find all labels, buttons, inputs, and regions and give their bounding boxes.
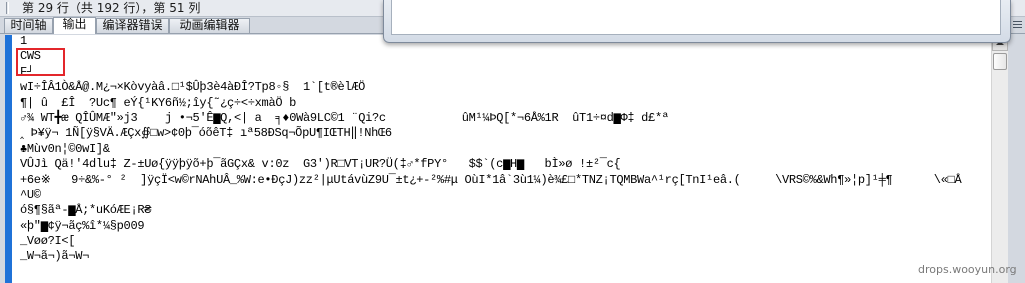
tab-compiler-errors[interactable]: 编译器错误: [96, 18, 169, 33]
output-line: ó§¶§ãª-▆Å;*uKóÆE¡R₴: [20, 203, 152, 218]
output-line: _W¬ã¬)ã¬W¬: [20, 249, 90, 264]
output-text-area[interactable]: 1 CWS F┘ wI÷ÎÂ1Ò&Å@.M¿¬×Kòvyàâ.□¹$Ûþ3è4à…: [12, 35, 991, 283]
highlight-box: [16, 48, 65, 76]
output-panel: 1 CWS F┘ wI÷ÎÂ1Ò&Å@.M¿¬×Kòvyàâ.□¹$Ûþ3è4à…: [0, 33, 1025, 283]
tab-timeline[interactable]: 时间轴: [4, 18, 53, 33]
output-line: «þ"▆¢ÿ¬ãç%î*¼§p009: [20, 218, 145, 233]
cursor-position-text: 第 29 行（共 192 行），第 51 列: [22, 1, 201, 15]
floating-window: [383, 0, 1011, 43]
output-line: ^U©: [20, 187, 41, 202]
panel-menu-icon[interactable]: [1013, 21, 1022, 30]
tab-output[interactable]: 输出: [53, 17, 96, 34]
output-line: +6e※ 9÷&%-° ² ]ÿçÏ<w©rNAhUÂ_%W:e•ÐçJ)zz²…: [20, 172, 962, 187]
output-line: ♣Mùv0n¦©0wI]&: [20, 141, 110, 156]
output-line: ♂¾ WT╋æ QÎÛMÆ"»j3 j •¬5'Ê▆Q,<| a ╕♦0Wà9L…: [20, 110, 669, 125]
panel-right-frame: [1008, 35, 1025, 283]
selection-margin-bar: [5, 35, 12, 283]
output-line: CWS: [20, 49, 41, 64]
output-line: VÛJì Qä!'4dlu‡ Z-±Uø{ÿÿþÿõ+þ¯ãGÇx& v:0z …: [20, 157, 621, 172]
output-lines: 1 CWS F┘ wI÷ÎÂ1Ò&Å@.M¿¬×Kòvyàâ.□¹$Ûþ3è4à…: [20, 35, 962, 265]
status-grip: [6, 2, 9, 14]
scrollbar-thumb[interactable]: [993, 53, 1007, 70]
output-line: F┘: [20, 64, 34, 79]
vertical-scrollbar[interactable]: [991, 35, 1008, 283]
output-line: wI÷ÎÂ1Ò&Å@.M¿¬×Kòvyàâ.□¹$Ûþ3è4àÐÎ?Tp8◦§ …: [20, 80, 366, 95]
floating-window-content: [391, 0, 1001, 35]
tab-motion-editor[interactable]: 动画编辑器: [169, 18, 250, 33]
watermark: drops.wooyun.org: [918, 263, 1017, 276]
output-line: ‸ Þ¥ÿ¬ 1Ñ[ÿ§VÄ.ÆÇx∯□w>¢0þ¯óõêT‡ ıª58ÐSq¬…: [20, 126, 392, 141]
output-line: ¶| û £Î ?Uc¶ eÝ{¹KY6ñ½;îy{˜¿ç÷<÷xmàÖ b: [20, 95, 297, 110]
output-line: _Vøø?I<[: [20, 234, 76, 249]
